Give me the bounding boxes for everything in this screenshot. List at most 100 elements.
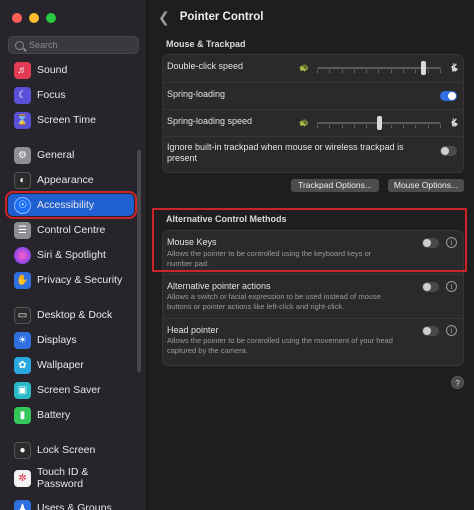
sidebar-item-label: Siri & Spotlight — [37, 249, 106, 261]
sidebar-item-label: Accessibility — [37, 199, 95, 211]
appearance-icon: ◐ — [14, 171, 31, 189]
close-window-button[interactable] — [12, 13, 22, 23]
tortoise-icon: 🐢 — [299, 118, 309, 127]
hare-icon: 🐇 — [449, 63, 459, 72]
head-pointer-toggle[interactable] — [422, 326, 439, 336]
sidebar-item-control-centre[interactable]: ☰ Control Centre — [8, 219, 134, 241]
head-pointer-row: Head pointer Allows the pointer to be co… — [163, 319, 463, 365]
sidebar-item-wallpaper[interactable]: ✿ Wallpaper — [8, 354, 134, 376]
gear-icon: ⚙ — [14, 146, 31, 164]
sidebar-item-label: Privacy & Security — [37, 274, 123, 286]
search-icon — [15, 40, 24, 50]
spring-loading-speed-row: Spring-loading speed 🐢 🐇 — [163, 110, 463, 137]
sidebar-item-label: Wallpaper — [37, 359, 84, 371]
minimize-window-button[interactable] — [29, 13, 39, 23]
dock-icon: ▭ — [14, 306, 31, 324]
control-centre-icon: ☰ — [14, 221, 31, 239]
fingerprint-icon: ✼ — [14, 469, 31, 487]
sidebar-item-users-groups[interactable]: ♟ Users & Groups — [8, 497, 134, 510]
sidebar-item-label: Sound — [37, 64, 68, 76]
sidebar-item-siri-spotlight[interactable]: Siri & Spotlight — [8, 244, 134, 266]
alternative-pointer-actions-label: Alternative pointer actions — [167, 281, 271, 291]
info-icon[interactable]: i — [446, 281, 457, 292]
sidebar-item-battery[interactable]: ▮ Battery — [8, 404, 134, 426]
sidebar-item-sound[interactable]: ♬ Sound — [8, 59, 134, 81]
sidebar-item-screen-saver[interactable]: ▣ Screen Saver — [8, 379, 134, 401]
sidebar-item-label: Control Centre — [37, 224, 106, 236]
siri-icon — [14, 246, 31, 264]
lock-icon: ● — [14, 441, 31, 459]
ignore-trackpad-toggle[interactable] — [440, 146, 457, 156]
mouse-keys-toggle[interactable] — [422, 238, 439, 248]
double-click-speed-row: Double-click speed 🐢 🐇 — [163, 55, 463, 83]
alternative-pointer-actions-row: Alternative pointer actions Allows a swi… — [163, 275, 463, 319]
sidebar-item-label: Screen Saver — [37, 384, 101, 396]
alternative-control-group: Mouse Keys Allows the pointer to be cont… — [162, 230, 464, 366]
sidebar-item-privacy-security[interactable]: ✋ Privacy & Security — [8, 269, 134, 291]
mouse-options-button[interactable]: Mouse Options... — [388, 179, 464, 192]
page-title: Pointer Control — [179, 11, 264, 23]
sidebar-item-touch-id-password[interactable]: ✼ Touch ID & Password — [8, 463, 134, 493]
sidebar-item-label: Appearance — [37, 174, 94, 186]
section-title-alternative-control: Alternative Control Methods — [166, 214, 287, 224]
hand-icon: ✋ — [14, 271, 31, 289]
mouse-keys-description: Allows the pointer to be controlled usin… — [167, 249, 372, 268]
slider-knob[interactable] — [421, 61, 427, 75]
spring-loading-speed-label: Spring-loading speed — [167, 116, 253, 126]
spring-loading-row: Spring-loading — [163, 83, 463, 110]
ignore-trackpad-label: Ignore built-in trackpad when mouse or w… — [167, 142, 404, 163]
sidebar-item-label: Lock Screen — [37, 444, 96, 456]
sidebar-item-label: Displays — [37, 334, 77, 346]
sidebar-item-desktop-dock[interactable]: ▭ Desktop & Dock — [8, 304, 134, 326]
users-icon: ♟ — [14, 499, 31, 510]
spring-loading-speed-slider[interactable]: 🐢 🐇 — [299, 116, 459, 130]
sidebar-item-label: Users & Groups — [37, 502, 112, 510]
trackpad-options-button[interactable]: Trackpad Options... — [291, 179, 379, 192]
section-title-mouse-trackpad: Mouse & Trackpad — [166, 39, 246, 49]
spring-loading-label: Spring-loading — [167, 89, 226, 99]
alternative-pointer-actions-description: Allows a switch or facial expression to … — [167, 292, 381, 311]
sidebar-item-label: Screen Time — [37, 114, 96, 126]
mouse-trackpad-group: Double-click speed 🐢 🐇 Spring-loading Sp… — [162, 54, 464, 173]
main-pane: ❮ Pointer Control Mouse & Trackpad Doubl… — [148, 0, 474, 510]
sidebar-item-focus[interactable]: ☾ Focus — [8, 84, 134, 106]
spring-loading-toggle[interactable] — [440, 91, 457, 101]
hourglass-icon: ⌛ — [14, 111, 31, 129]
ignore-trackpad-row: Ignore built-in trackpad when mouse or w… — [163, 137, 463, 172]
sidebar: ♬ Sound ☾ Focus ⌛ Screen Time ⚙ General … — [0, 0, 147, 510]
sidebar-item-label: Touch ID & Password — [37, 466, 89, 490]
sidebar-item-general[interactable]: ⚙ General — [8, 144, 134, 166]
hare-icon: 🐇 — [449, 118, 459, 127]
zoom-window-button[interactable] — [46, 13, 56, 23]
alternative-pointer-actions-toggle[interactable] — [422, 282, 439, 292]
search-field[interactable] — [8, 36, 139, 54]
search-input[interactable] — [29, 40, 129, 50]
window-controls — [12, 13, 56, 23]
double-click-speed-slider[interactable]: 🐢 🐇 — [299, 61, 459, 75]
accessibility-icon: ☉ — [14, 196, 31, 214]
wallpaper-icon: ✿ — [14, 356, 31, 374]
info-icon[interactable]: i — [446, 325, 457, 336]
sidebar-item-accessibility[interactable]: ☉ Accessibility — [5, 191, 137, 219]
tortoise-icon: 🐢 — [299, 63, 309, 72]
sidebar-item-label: General — [37, 149, 75, 161]
toolbar: ❮ Pointer Control — [148, 0, 474, 34]
sidebar-item-displays[interactable]: ☀ Displays — [8, 329, 134, 351]
sidebar-scrollbar[interactable] — [137, 150, 141, 372]
sidebar-item-lock-screen[interactable]: ● Lock Screen — [8, 439, 134, 461]
sidebar-item-label: Focus — [37, 89, 66, 101]
sidebar-item-screen-time[interactable]: ⌛ Screen Time — [8, 109, 134, 131]
mouse-keys-row: Mouse Keys Allows the pointer to be cont… — [163, 231, 463, 275]
head-pointer-description: Allows the pointer to be controlled usin… — [167, 336, 393, 355]
slider-knob[interactable] — [376, 116, 382, 130]
back-button[interactable]: ❮ — [158, 9, 170, 26]
speaker-icon: ♬ — [14, 61, 31, 79]
battery-icon: ▮ — [14, 406, 31, 424]
mouse-keys-label: Mouse Keys — [167, 237, 217, 247]
double-click-speed-label: Double-click speed — [167, 61, 244, 71]
sidebar-item-appearance[interactable]: ◐ Appearance — [8, 169, 134, 191]
sidebar-item-label: Desktop & Dock — [37, 309, 113, 321]
sidebar-item-label: Battery — [37, 409, 71, 421]
help-button[interactable]: ? — [451, 376, 464, 389]
info-icon[interactable]: i — [446, 237, 457, 248]
